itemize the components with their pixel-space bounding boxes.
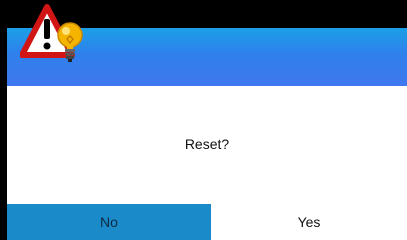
yes-button[interactable]: Yes — [211, 204, 407, 240]
warning-bulb-icon — [20, 4, 83, 62]
dialog-message: Reset? — [184, 136, 230, 152]
dialog-window: Reset? No Yes — [0, 0, 407, 240]
no-button[interactable]: No — [7, 204, 211, 240]
dialog-button-row: No Yes — [7, 204, 407, 240]
dialog-content: Reset? — [7, 86, 407, 204]
